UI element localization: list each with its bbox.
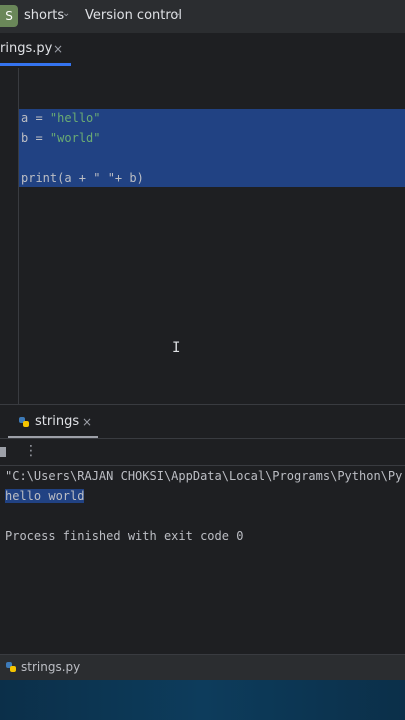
status-file-name[interactable]: strings.py <box>21 660 80 674</box>
text-cursor-icon: I <box>172 340 181 356</box>
run-console[interactable]: "C:\Users\RAJAN CHOKSI\AppData\Local\Pro… <box>0 464 405 654</box>
code-line-4[interactable]: print(a + " "+ b) <box>21 171 144 185</box>
python-icon <box>6 662 16 672</box>
title-bar: S shorts ⌄ Version control ⌄ <box>0 0 405 33</box>
tab-run-strings[interactable]: strings <box>35 414 79 429</box>
run-toolbar: ⋮ <box>0 438 405 466</box>
project-selector[interactable]: shorts <box>24 8 64 23</box>
more-options-icon[interactable]: ⋮ <box>24 443 38 459</box>
console-output: hello world <box>5 489 85 503</box>
assign-operator: = <box>28 111 50 125</box>
console-exit-message: Process finished with exit code 0 <box>5 529 244 543</box>
code-line-2[interactable]: b = "world" <box>21 131 101 145</box>
chevron-down-icon[interactable]: ⌄ <box>173 8 181 19</box>
os-taskbar <box>0 680 405 720</box>
chevron-down-icon[interactable]: ⌄ <box>62 8 70 19</box>
version-control-menu[interactable]: Version control <box>85 8 182 23</box>
code-editor[interactable]: a = "hello" b = "world" print(a + " "+ b… <box>0 68 405 404</box>
status-bar: strings.py <box>0 654 405 681</box>
string-literal: "hello" <box>49 111 101 125</box>
stop-icon[interactable] <box>0 447 6 457</box>
assign-operator: = <box>28 131 50 145</box>
close-icon[interactable]: × <box>82 415 92 429</box>
code-line-1[interactable]: a = "hello" <box>21 111 101 125</box>
string-literal: "world" <box>49 131 101 145</box>
close-icon[interactable]: × <box>53 42 63 56</box>
python-icon <box>19 417 29 427</box>
project-badge[interactable]: S <box>0 5 18 27</box>
active-tab-indicator <box>0 63 71 66</box>
run-tool-window-header: strings × <box>0 404 405 439</box>
console-command-line: "C:\Users\RAJAN CHOKSI\AppData\Local\Pro… <box>5 469 403 483</box>
tab-strings-py[interactable]: rings.py <box>0 41 52 56</box>
